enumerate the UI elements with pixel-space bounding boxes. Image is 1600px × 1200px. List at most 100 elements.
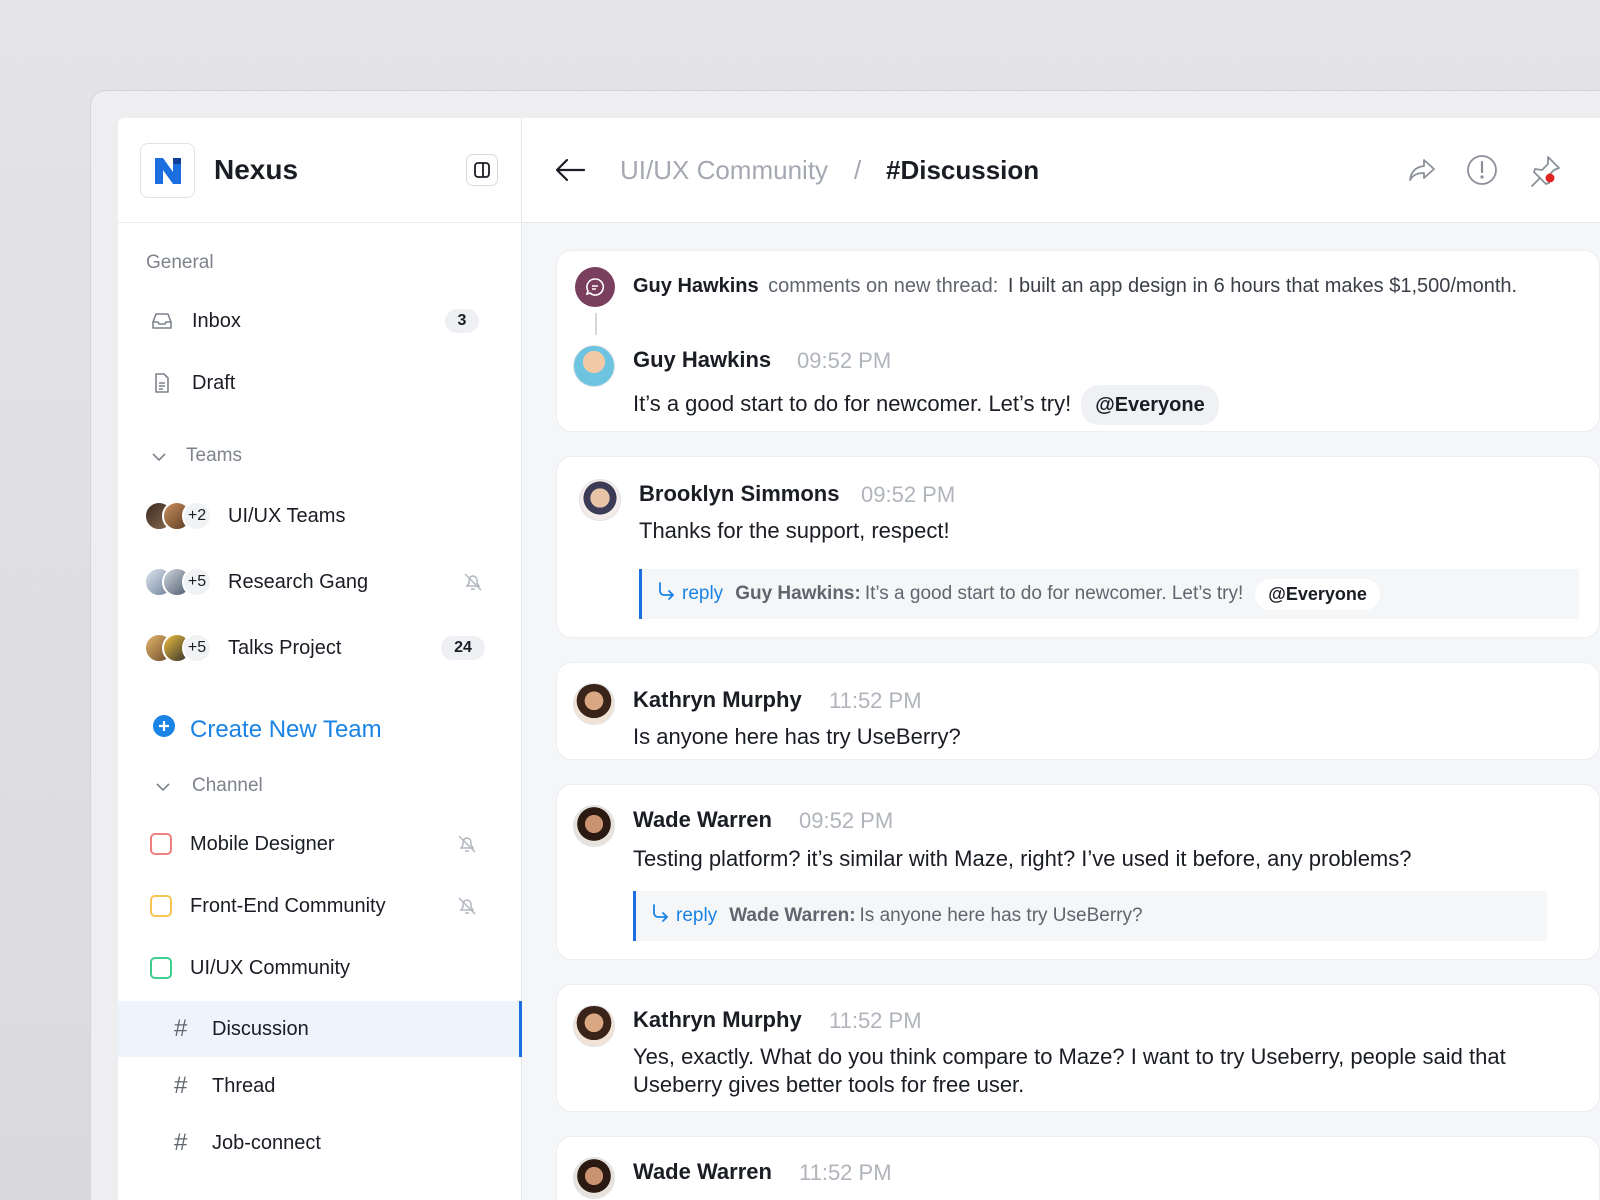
team-name: Research Gang: [228, 570, 369, 593]
team-item-uiux-teams[interactable]: +2 UI/UX Teams: [118, 488, 522, 544]
message-author[interactable]: Brooklyn Simmons: [639, 481, 839, 507]
hash-icon: #: [174, 1015, 188, 1042]
team-item-research-gang[interactable]: +5 Research Gang: [118, 554, 522, 610]
message-author[interactable]: Wade Warren: [633, 1159, 772, 1185]
more-members-count: +2: [182, 501, 212, 531]
channel-name: UI/UX Community: [190, 956, 351, 979]
reply-arrow-icon: [656, 581, 676, 607]
back-arrow-icon[interactable]: [554, 156, 586, 189]
message-text: Testing platform? it’s similar with Maze…: [633, 846, 1412, 871]
reply-author: Guy Hawkins:: [735, 583, 861, 604]
chevron-down-icon[interactable]: [150, 448, 168, 471]
message-text: Thanks for the support, respect!: [639, 518, 950, 543]
message-time: 09:52 PM: [797, 348, 892, 373]
subchannel-item-job-connect[interactable]: # Job-connect: [118, 1115, 522, 1171]
avatar[interactable]: [573, 1157, 615, 1199]
team-avatars: +2: [144, 501, 212, 531]
reply-quote[interactable]: reply Wade Warren: Is anyone here has tr…: [633, 891, 1547, 941]
team-avatars: +5: [144, 633, 212, 663]
breadcrumb-parent[interactable]: UI/UX Community: [620, 155, 828, 186]
more-members-count: +5: [182, 633, 212, 663]
message-card: Wade Warren 11:52 PM: [556, 1136, 1600, 1200]
message-author[interactable]: Wade Warren: [633, 807, 772, 833]
chevron-down-icon[interactable]: [154, 778, 172, 801]
bell-off-icon[interactable]: [456, 833, 478, 855]
inbox-icon: [150, 309, 174, 333]
app-name: Nexus: [214, 154, 299, 185]
subchannel-name: Discussion: [212, 1017, 309, 1040]
sidebar: Nexus General Inbox 3 Draft Teams +2 UI/…: [118, 118, 522, 1200]
channel-item-uiux-community[interactable]: UI/UX Community: [118, 940, 522, 996]
thread-intro-author[interactable]: Guy Hawkins: [633, 275, 759, 297]
info-alert-icon[interactable]: [1466, 154, 1498, 191]
message-author[interactable]: Kathryn Murphy: [633, 687, 802, 713]
channel-color-indicator: [150, 833, 172, 855]
subchannel-item-thread[interactable]: # Thread: [118, 1058, 522, 1114]
reply-text: Is anyone here has try UseBerry?: [859, 905, 1143, 926]
hash-icon: #: [174, 1072, 188, 1099]
reply-quote[interactable]: reply Guy Hawkins: It’s a good start to …: [639, 569, 1579, 619]
channel-name: Mobile Designer: [190, 832, 335, 855]
team-avatars: +5: [144, 567, 212, 597]
team-name: Talks Project: [228, 636, 342, 659]
team-name: UI/UX Teams: [228, 504, 346, 527]
message-author[interactable]: Kathryn Murphy: [633, 1007, 802, 1033]
message-card: Kathryn Murphy 11:52 PM Is anyone here h…: [556, 662, 1600, 760]
nexus-logo-icon[interactable]: [140, 143, 195, 198]
sidebar-item-inbox[interactable]: Inbox 3: [118, 293, 522, 349]
avatar[interactable]: [573, 1005, 615, 1047]
sidebar-toggle-icon[interactable]: [466, 154, 498, 186]
create-new-team-button[interactable]: Create New Team: [152, 714, 382, 745]
subchannel-item-discussion[interactable]: # Discussion: [118, 1001, 522, 1057]
channel-item-mobile-designer[interactable]: Mobile Designer: [118, 816, 522, 872]
app-window: Nexus General Inbox 3 Draft Teams +2 UI/…: [118, 118, 1600, 1200]
reply-arrow-icon: [650, 903, 670, 929]
section-teams-label: Teams: [186, 445, 242, 466]
bell-off-icon[interactable]: [456, 895, 478, 917]
sidebar-header: Nexus: [118, 118, 521, 223]
notification-dot: [1545, 173, 1555, 183]
message-text: Yes, exactly. What do you think compare …: [633, 1044, 1506, 1097]
message-time: 09:52 PM: [799, 808, 894, 833]
thread-intro: Guy Hawkins comments on new thread: I bu…: [633, 275, 1517, 298]
team-count-badge: 24: [441, 636, 485, 660]
chat-header: UI/UX Community / #Discussion: [522, 118, 1600, 223]
message-author[interactable]: Guy Hawkins: [633, 347, 771, 373]
avatar[interactable]: [573, 683, 615, 725]
reply-author: Wade Warren:: [729, 905, 856, 926]
avatar[interactable]: [573, 345, 615, 387]
message-time: 11:52 PM: [829, 1008, 922, 1033]
channel-color-indicator: [150, 957, 172, 979]
sidebar-item-label: Draft: [192, 371, 236, 394]
avatar[interactable]: [579, 479, 621, 521]
more-members-count: +5: [182, 567, 212, 597]
chat-panel: UI/UX Community / #Discussion Guy Hawkin…: [522, 118, 1600, 1200]
mention-everyone[interactable]: @Everyone: [1081, 385, 1219, 425]
share-icon[interactable]: [1406, 154, 1438, 191]
reply-text: It’s a good start to do for newcomer. Le…: [864, 583, 1244, 604]
team-item-talks-project[interactable]: +5 Talks Project 24: [118, 620, 522, 676]
avatar[interactable]: [573, 805, 615, 847]
message-time: 11:52 PM: [799, 1160, 892, 1185]
reply-label: reply: [676, 905, 718, 926]
message-body: It’s a good start to do for newcomer. Le…: [633, 391, 1072, 416]
thread-intro-action: comments on new thread:: [768, 275, 999, 297]
breadcrumb-separator: /: [854, 155, 862, 185]
message-time: 09:52 PM: [861, 482, 956, 507]
section-channel-label: Channel: [192, 775, 263, 796]
inbox-count-badge: 3: [445, 309, 479, 333]
create-new-team-label: Create New Team: [190, 715, 382, 743]
message-card: Wade Warren 09:52 PM Testing platform? i…: [556, 784, 1600, 960]
message-card: Kathryn Murphy 11:52 PM Yes, exactly. Wh…: [556, 984, 1600, 1112]
message-card: Guy Hawkins comments on new thread: I bu…: [556, 250, 1600, 432]
pin-icon[interactable]: [1528, 154, 1564, 195]
message-card: Brooklyn Simmons 09:52 PM Thanks for the…: [556, 456, 1600, 638]
sidebar-item-draft[interactable]: Draft: [118, 355, 522, 411]
bell-off-icon[interactable]: [462, 571, 484, 593]
thread-connector-line: [595, 313, 597, 335]
thread-intro-title[interactable]: I built an app design in 6 hours that ma…: [1008, 275, 1517, 297]
message-time: 11:52 PM: [829, 688, 922, 713]
mention-everyone[interactable]: @Everyone: [1255, 578, 1380, 610]
channel-item-front-end-community[interactable]: Front-End Community: [118, 878, 522, 934]
plus-circle-icon: [152, 714, 176, 745]
